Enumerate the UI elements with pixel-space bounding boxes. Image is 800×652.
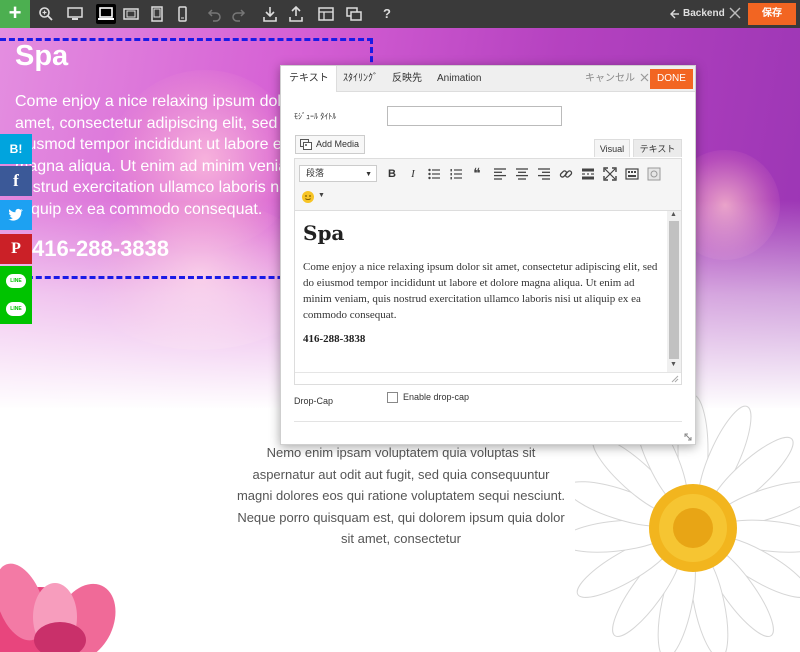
align-right-icon[interactable] (537, 167, 551, 181)
facebook-icon: f (13, 171, 19, 190)
tab-styling[interactable]: ｽﾀｲﾘﾝｸﾞ (343, 66, 378, 92)
bold-icon[interactable]: B (385, 167, 399, 181)
content-paragraph: Come enjoy a nice relaxing ipsum dolor s… (303, 261, 658, 321)
line-icon: LINE (6, 274, 26, 288)
body-line: aspernatur aut odit aut fugit, sed quia … (252, 466, 550, 482)
body-line: sit amet, consectetur (341, 531, 461, 546)
cancel-button[interactable]: キャンセル (585, 66, 649, 92)
body-line: magni dolores eos qui ratione voluptatem… (236, 488, 566, 503)
resize-handle-icon[interactable] (670, 374, 679, 383)
hatena-bookmark-icon: B! (9, 142, 23, 156)
chevron-down-icon: ▼ (365, 171, 372, 178)
module-title-label: ﾓｼﾞｭｰﾙ ﾀｲﾄﾙ (294, 112, 337, 121)
layout-icon[interactable] (317, 5, 335, 23)
twitter-icon (8, 208, 23, 221)
dialog-divider (294, 421, 682, 422)
emoji-icon[interactable] (301, 190, 315, 204)
dialog-resize-icon[interactable] (683, 432, 692, 441)
add-module-button[interactable]: + (0, 0, 30, 28)
dropcap-checkbox-label[interactable]: Enable drop-cap (403, 392, 469, 402)
arrow-left-icon (670, 9, 679, 19)
editor-content-area[interactable]: Spa Come enjoy a nice relaxing ipsum dol… (295, 211, 667, 372)
scroll-up-icon[interactable]: ▲ (670, 211, 677, 218)
export-icon[interactable] (287, 5, 305, 23)
tab-text[interactable]: テキスト (281, 66, 337, 92)
done-button[interactable]: DONE (650, 69, 693, 89)
cancel-label: キャンセル (585, 73, 635, 84)
align-center-icon[interactable] (515, 167, 529, 181)
content-heading: Spa (303, 221, 345, 245)
module-title-input[interactable] (387, 106, 562, 126)
module-settings-dialog: テキスト ｽﾀｲﾘﾝｸﾞ 反映先 Animation キャンセル DONE ﾓｼ… (280, 65, 696, 445)
line-share-button[interactable]: LINE (0, 266, 32, 296)
body-paragraph: Nemo enim ipsam voluptatem quia voluptas… (212, 442, 590, 550)
twitter-share-button[interactable] (0, 200, 32, 230)
tab-html[interactable]: テキスト (633, 139, 682, 157)
format-select[interactable]: 段落 ▼ (299, 165, 377, 182)
numbered-list-icon[interactable] (449, 167, 463, 181)
dropcap-label: Drop-Cap (294, 396, 334, 406)
hero-line: nostrud exercitation ullamco laboris nis… (15, 179, 313, 196)
pinterest-share-button[interactable]: P (0, 234, 32, 264)
line-icon: LINE (6, 302, 26, 316)
scrollbar-thumb[interactable] (669, 221, 679, 359)
duplicate-icon[interactable] (345, 5, 363, 23)
laptop-icon[interactable] (96, 4, 116, 24)
hero-line: magna aliqua. Ut enim ad minim veniam, q… (15, 157, 315, 175)
tab-visual[interactable]: Visual (594, 139, 630, 157)
redo-icon[interactable] (230, 5, 248, 23)
dropcap-checkbox[interactable] (387, 392, 398, 403)
body-line: Neque porro quisquam est, qui dolorem ip… (237, 509, 565, 525)
align-left-icon[interactable] (493, 167, 507, 181)
close-icon[interactable] (728, 6, 742, 20)
format-select-value: 段落 (306, 168, 325, 178)
desktop-icon[interactable] (66, 5, 84, 23)
lotus-flower-image (0, 563, 116, 652)
tablet-portrait-icon[interactable] (148, 5, 166, 23)
facebook-share-button[interactable]: f (0, 166, 32, 196)
hero-line: eiusmod tempor incididunt ut labore et d… (15, 136, 315, 153)
help-icon[interactable]: ? (378, 5, 396, 23)
bullet-list-icon[interactable] (427, 167, 441, 181)
editor-statusbar (295, 372, 681, 384)
body-line: Nemo enim ipsam voluptatem quia voluptas… (266, 445, 536, 460)
italic-icon[interactable]: I (406, 167, 420, 181)
save-button[interactable]: 保存 (748, 3, 796, 25)
tab-visibility[interactable]: 反映先 (392, 66, 422, 92)
rich-text-editor: 段落 ▼ B I ❝ ▼ Spa Come enjoy a nice relax… (294, 158, 682, 385)
editor-toolbar: 段落 ▼ B I ❝ ▼ (295, 159, 681, 211)
close-icon (640, 73, 649, 82)
dialog-tabs: テキスト ｽﾀｲﾘﾝｸﾞ 反映先 Animation キャンセル DONE (281, 66, 695, 92)
content-phone: 416-288-3838 (303, 333, 366, 345)
add-icon-icon[interactable] (647, 167, 661, 181)
tab-animation[interactable]: Animation (437, 66, 481, 92)
undo-icon[interactable] (205, 5, 223, 23)
chevron-down-icon[interactable]: ▼ (318, 192, 325, 199)
add-media-label: Add Media (316, 139, 360, 149)
zoom-icon[interactable] (37, 5, 55, 23)
add-media-button[interactable]: Add Media (295, 135, 365, 154)
blockquote-icon[interactable]: ❝ (470, 166, 484, 180)
toolbar-toggle-icon[interactable] (625, 167, 639, 181)
line-add-button[interactable]: LINE (0, 294, 32, 324)
link-icon[interactable] (559, 167, 573, 181)
fullscreen-icon[interactable] (603, 167, 617, 181)
hero-line: Come enjoy a nice relaxing ipsum dolor s… (15, 93, 315, 110)
builder-toolbar: + ? Backend 保存 (0, 0, 800, 28)
hero-line: aliquip ex ea commodo consequat. (15, 200, 263, 218)
hero-title: Spa (15, 40, 69, 72)
media-icon (300, 139, 312, 150)
hero-phone: 416-288-3838 (32, 236, 170, 261)
hatena-share-button[interactable]: B! (0, 134, 32, 164)
hero-line: amet, consectetur adipiscing elit, sed d… (15, 114, 300, 132)
backend-link[interactable]: Backend (683, 0, 725, 28)
tablet-landscape-icon[interactable] (122, 5, 140, 23)
scroll-down-icon[interactable]: ▼ (670, 361, 677, 368)
mobile-icon[interactable] (173, 5, 191, 23)
hero-description: Come enjoy a nice relaxing ipsum dolor s… (15, 91, 315, 220)
pinterest-icon: P (11, 240, 21, 257)
editor-scrollbar[interactable]: ▲ ▼ (667, 211, 681, 372)
import-icon[interactable] (261, 5, 279, 23)
read-more-icon[interactable] (581, 167, 595, 181)
